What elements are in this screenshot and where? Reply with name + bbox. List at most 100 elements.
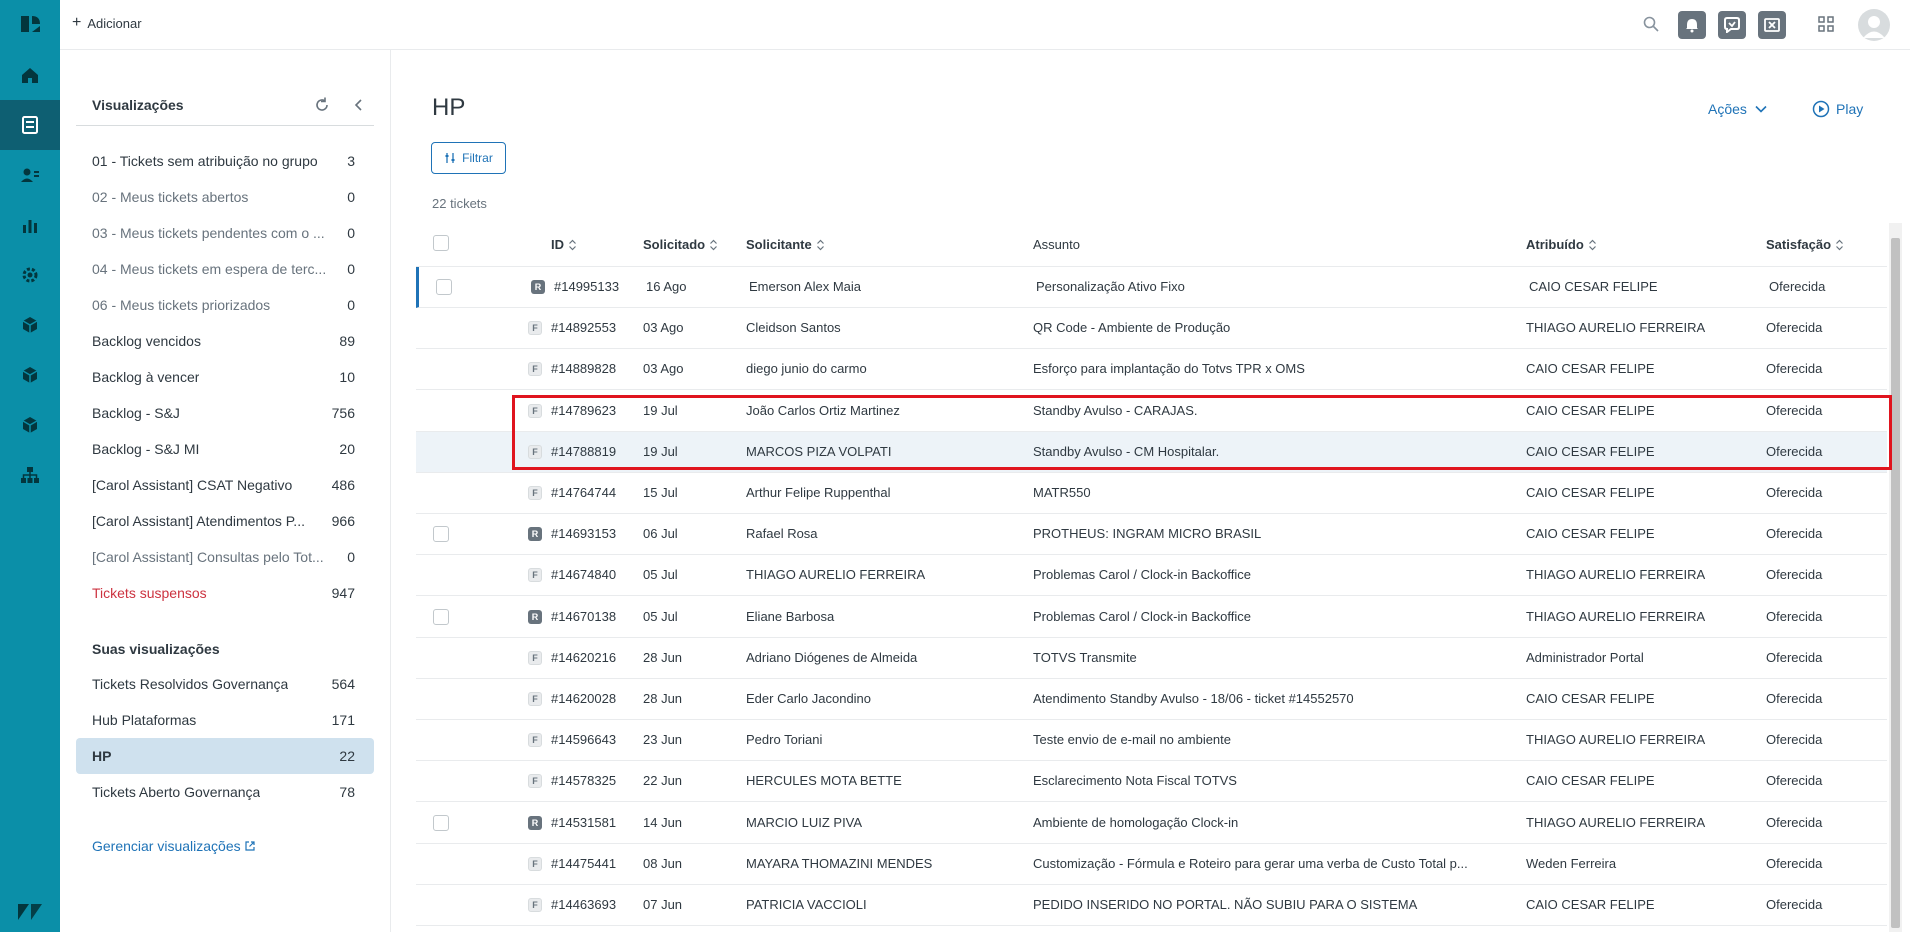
- ticket-subject[interactable]: Atendimento Standby Avulso - 18/06 - tic…: [1033, 691, 1354, 706]
- view-item[interactable]: Tickets Aberto Governança 78: [76, 774, 374, 810]
- ticket-requester[interactable]: Arthur Felipe Ruppenthal: [746, 485, 891, 500]
- ticket-requester[interactable]: Adriano Diógenes de Almeida: [746, 650, 917, 665]
- ticket-id[interactable]: #14578325: [551, 773, 616, 788]
- ticket-subject[interactable]: MATR550: [1033, 485, 1091, 500]
- app-cube-icon[interactable]: [0, 300, 60, 350]
- ticket-subject[interactable]: QR Code - Ambiente de Produção: [1033, 320, 1230, 335]
- ticket-id[interactable]: #14889828: [551, 361, 616, 376]
- ticket-requester[interactable]: Eder Carlo Jacondino: [746, 691, 871, 706]
- view-item-selected[interactable]: HP 22: [76, 738, 374, 774]
- column-header-requested[interactable]: Solicitado: [643, 237, 718, 252]
- reporting-icon[interactable]: [0, 200, 60, 250]
- view-item[interactable]: Hub Plataformas 171: [76, 702, 374, 738]
- ticket-requester[interactable]: Cleidson Santos: [746, 320, 841, 335]
- add-button[interactable]: + Adicionar: [72, 15, 142, 31]
- user-avatar[interactable]: [1858, 9, 1890, 41]
- view-item[interactable]: 06 - Meus tickets priorizados 0: [76, 287, 374, 323]
- view-item[interactable]: 03 - Meus tickets pendentes com o ... 0: [76, 215, 374, 251]
- collapse-chevron-left-icon[interactable]: [350, 96, 368, 114]
- table-scrollbar-thumb[interactable]: [1891, 238, 1900, 928]
- ticket-requester[interactable]: Rafael Rosa: [746, 526, 818, 541]
- ticket-id[interactable]: #14892553: [551, 320, 616, 335]
- ticket-subject[interactable]: Personalização Ativo Fixo: [1036, 279, 1185, 294]
- ticket-subject[interactable]: PROTHEUS: INGRAM MICRO BRASIL: [1033, 526, 1261, 541]
- column-header-id[interactable]: ID: [551, 237, 577, 252]
- org-chart-icon[interactable]: [0, 450, 60, 500]
- column-header-requester[interactable]: Solicitante: [746, 237, 825, 252]
- table-row[interactable]: F #14596643 23 Jun Pedro Toriani Teste envio…: [416, 720, 1887, 762]
- ticket-id[interactable]: #14531581: [551, 815, 616, 830]
- view-item[interactable]: 01 - Tickets sem atribuição no grupo 3: [76, 143, 374, 179]
- chat-icon[interactable]: [1718, 11, 1746, 39]
- refresh-icon[interactable]: [313, 96, 331, 114]
- view-item[interactable]: Backlog à vencer 10: [76, 359, 374, 395]
- filter-button[interactable]: Filtrar: [431, 142, 506, 174]
- play-button[interactable]: Play: [1812, 100, 1863, 118]
- ticket-subject[interactable]: PEDIDO INSERIDO NO PORTAL. NÃO SUBIU PAR…: [1033, 897, 1417, 912]
- view-item[interactable]: Backlog - S&J 756: [76, 395, 374, 431]
- ticket-id[interactable]: #14670138: [551, 609, 616, 624]
- table-row[interactable]: R #14693153 06 Jul Rafael Rosa PROTHEUS: ING…: [416, 514, 1887, 556]
- table-row[interactable]: R #14670138 05 Jul Eliane Barbosa Problemas …: [416, 597, 1887, 638]
- ticket-requester[interactable]: PATRICIA VACCIOLI: [746, 897, 867, 912]
- apps-grid-icon[interactable]: [1817, 15, 1835, 33]
- app-cube-icon[interactable]: [0, 350, 60, 400]
- ticket-subject[interactable]: TOTVS Transmite: [1033, 650, 1137, 665]
- ticket-requester[interactable]: THIAGO AURELIO FERREIRA: [746, 567, 925, 582]
- ticket-subject[interactable]: Esclarecimento Nota Fiscal TOTVS: [1033, 773, 1237, 788]
- view-item[interactable]: 04 - Meus tickets em espera de terc... 0: [76, 251, 374, 287]
- ticket-requester[interactable]: HERCULES MOTA BETTE: [746, 773, 902, 788]
- table-row[interactable]: F #14620216 28 Jun Adriano Diógenes de Alme…: [416, 638, 1887, 679]
- table-row[interactable]: F #14463693 07 Jun PATRICIA VACCIOLI PEDIDO …: [416, 885, 1887, 926]
- table-row[interactable]: F #14578325 22 Jun HERCULES MOTA BETTE Escla…: [416, 761, 1887, 803]
- select-all-checkbox[interactable]: [433, 235, 449, 251]
- table-row[interactable]: F #14889828 03 Ago diego junio do carmo Esfo…: [416, 349, 1887, 391]
- view-item[interactable]: 02 - Meus tickets abertos 0: [76, 179, 374, 215]
- row-checkbox[interactable]: [433, 814, 449, 831]
- table-row[interactable]: R #14531581 14 Jun MARCIO LUIZ PIVA Ambiente…: [416, 803, 1887, 844]
- ticket-id[interactable]: #14596643: [551, 732, 616, 747]
- view-item[interactable]: Backlog vencidos 89: [76, 323, 374, 359]
- column-header-subject[interactable]: Assunto: [1033, 237, 1080, 252]
- ticket-id[interactable]: #14620216: [551, 650, 616, 665]
- row-checkbox[interactable]: [433, 608, 449, 625]
- view-item[interactable]: [Carol Assistant] CSAT Negativo 486: [76, 467, 374, 503]
- table-row[interactable]: F #14475441 08 Jun MAYARA THOMAZINI MENDES C…: [416, 844, 1887, 885]
- view-item-suspended[interactable]: Tickets suspensos 947: [76, 575, 374, 611]
- search-icon[interactable]: [1642, 15, 1660, 33]
- column-header-satisfaction[interactable]: Satisfação: [1766, 237, 1844, 252]
- manage-views-link[interactable]: Gerenciar visualizações: [92, 838, 255, 854]
- ticket-subject[interactable]: Esforço para implantação do Totvs TPR x …: [1033, 361, 1305, 376]
- view-item[interactable]: Backlog - S&J MI 20: [76, 431, 374, 467]
- ticket-id[interactable]: #14674840: [551, 567, 616, 582]
- screen-share-icon[interactable]: [1758, 11, 1786, 39]
- view-item[interactable]: [Carol Assistant] Atendimentos P... 966: [76, 503, 374, 539]
- ticket-requester[interactable]: MAYARA THOMAZINI MENDES: [746, 856, 932, 871]
- ticket-requester[interactable]: Pedro Toriani: [746, 732, 822, 747]
- app-cube-icon[interactable]: [0, 400, 60, 450]
- ticket-subject[interactable]: Customização - Fórmula e Roteiro para ge…: [1033, 856, 1468, 871]
- table-row[interactable]: F #14892553 03 Ago Cleidson Santos QR Code -…: [416, 308, 1887, 350]
- row-checkbox[interactable]: [436, 279, 452, 295]
- ticket-subject[interactable]: Problemas Carol / Clock-in Backoffice: [1033, 567, 1251, 582]
- ticket-requester[interactable]: Emerson Alex Maia: [749, 279, 861, 294]
- column-header-assignee[interactable]: Atribuído: [1526, 237, 1597, 252]
- ticket-requester[interactable]: Eliane Barbosa: [746, 609, 834, 624]
- row-checkbox[interactable]: [433, 526, 449, 543]
- admin-gear-icon[interactable]: [0, 250, 60, 300]
- notifications-bell-icon[interactable]: [1678, 11, 1706, 39]
- ticket-id[interactable]: #14693153: [551, 526, 616, 541]
- ticket-id[interactable]: #14995133: [554, 279, 619, 294]
- ticket-requester[interactable]: diego junio do carmo: [746, 361, 867, 376]
- ticket-id[interactable]: #14475441: [551, 856, 616, 871]
- ticket-subject[interactable]: Ambiente de homologação Clock-in: [1033, 815, 1238, 830]
- table-row[interactable]: F #14620028 28 Jun Eder Carlo Jacondino Aten…: [416, 679, 1887, 720]
- ticket-id[interactable]: #14764744: [551, 485, 616, 500]
- ticket-subject[interactable]: Problemas Carol / Clock-in Backoffice: [1033, 609, 1251, 624]
- home-icon[interactable]: [0, 50, 60, 100]
- ticket-id[interactable]: #14463693: [551, 897, 616, 912]
- view-item[interactable]: [Carol Assistant] Consultas pelo Tot... 0: [76, 539, 374, 575]
- views-icon[interactable]: [0, 100, 60, 150]
- table-row[interactable]: F #14674840 05 Jul THIAGO AURELIO FERREIRA P…: [416, 555, 1887, 597]
- ticket-subject[interactable]: Teste envio de e-mail no ambiente: [1033, 732, 1231, 747]
